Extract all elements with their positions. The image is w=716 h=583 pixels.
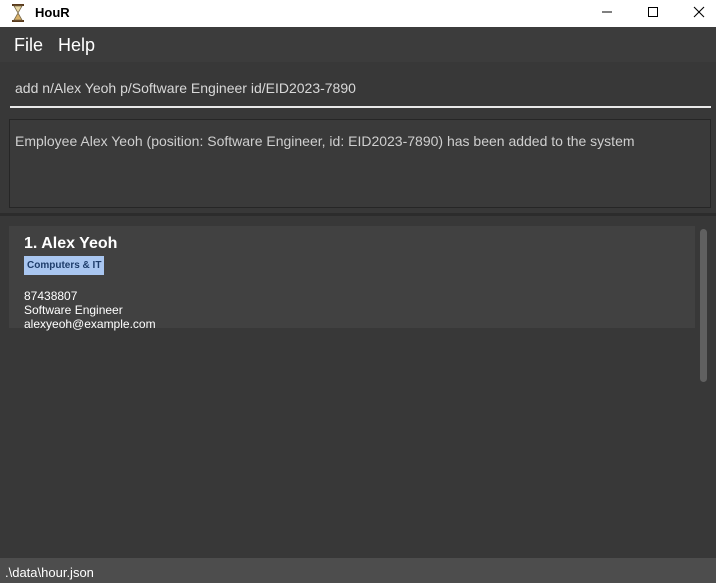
window-title: HouR: [35, 5, 70, 20]
title-bar: HouR: [0, 0, 716, 27]
employee-name: 1. Alex Yeoh: [24, 235, 118, 252]
menu-bar: File Help: [0, 27, 716, 62]
employee-list-panel: 1. Alex Yeoh Computers & IT 87438807 Sof…: [0, 216, 716, 558]
close-icon: [693, 5, 705, 23]
maximize-button[interactable]: [630, 0, 676, 27]
status-bar: .\data\hour.json: [0, 558, 716, 583]
hourglass-icon: [11, 4, 25, 22]
menu-file[interactable]: File: [14, 35, 43, 56]
employee-email: alexyeoh@example.com: [24, 317, 156, 331]
department-tag: Computers & IT: [24, 256, 105, 275]
data-file-path: .\data\hour.json: [5, 565, 94, 580]
employee-phone: 87438807: [24, 289, 78, 303]
employee-position: Software Engineer: [24, 303, 123, 317]
result-message: Employee Alex Yeoh (position: Software E…: [15, 133, 635, 149]
minimize-icon: [601, 5, 613, 23]
close-button[interactable]: [676, 0, 716, 27]
list-scrollbar[interactable]: [698, 226, 710, 386]
scrollbar-thumb[interactable]: [700, 229, 707, 382]
command-input[interactable]: add n/Alex Yeoh p/Software Engineer id/E…: [15, 80, 356, 96]
maximize-icon: [647, 5, 659, 23]
minimize-button[interactable]: [584, 0, 630, 27]
result-display: Employee Alex Yeoh (position: Software E…: [9, 119, 711, 208]
menu-help[interactable]: Help: [58, 35, 95, 56]
command-box[interactable]: add n/Alex Yeoh p/Software Engineer id/E…: [10, 70, 711, 108]
employee-card[interactable]: 1. Alex Yeoh Computers & IT 87438807 Sof…: [9, 226, 695, 331]
